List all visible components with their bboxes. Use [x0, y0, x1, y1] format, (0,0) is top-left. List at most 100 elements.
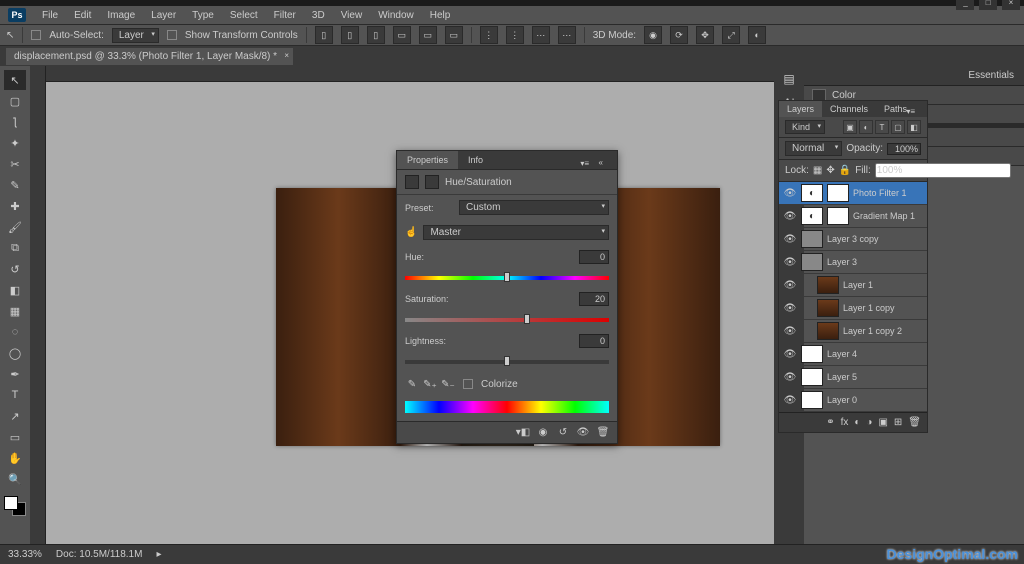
panel-collapse-icon[interactable]: «	[589, 154, 613, 171]
menu-3d[interactable]: 3D	[306, 8, 331, 23]
menu-help[interactable]: Help	[424, 8, 457, 23]
close-button[interactable]: ×	[1002, 0, 1020, 10]
filter-adj-icon[interactable]: ◐	[859, 120, 873, 134]
saturation-input[interactable]	[579, 292, 609, 306]
wand-tool[interactable]: ✦	[4, 133, 26, 153]
reset-icon[interactable]: ↺	[555, 425, 571, 441]
lock-all-icon[interactable]: 🔒	[839, 165, 851, 176]
tab-layers[interactable]: Layers	[779, 101, 822, 117]
visibility-icon[interactable]: 👁	[783, 211, 797, 222]
visibility-icon[interactable]: 👁	[783, 234, 797, 245]
distribute-4-icon[interactable]: ⋯	[558, 26, 576, 44]
layer-row[interactable]: 👁Layer 3	[779, 251, 927, 274]
hue-slider[interactable]	[405, 274, 609, 282]
gradient-tool[interactable]: ▦	[4, 301, 26, 321]
brush-tool[interactable]: 🖌	[4, 217, 26, 237]
blur-tool[interactable]: ◌	[4, 322, 26, 342]
visibility-icon[interactable]: 👁	[783, 280, 797, 291]
layer-row[interactable]: 👁Layer 1	[779, 274, 927, 297]
layer-row[interactable]: 👁Layer 3 copy	[779, 228, 927, 251]
align-right-icon[interactable]: ▯	[367, 26, 385, 44]
layer-row[interactable]: 👁Layer 5	[779, 366, 927, 389]
visibility-icon[interactable]: 👁	[783, 372, 797, 383]
zoom-tool[interactable]: 🔍	[4, 469, 26, 489]
new-group-icon[interactable]: ▣	[878, 417, 887, 428]
status-arrow-icon[interactable]: ▸	[156, 549, 161, 560]
opacity-input[interactable]	[887, 143, 921, 155]
align-top-icon[interactable]: ▭	[393, 26, 411, 44]
menu-select[interactable]: Select	[224, 8, 264, 23]
lock-pixels-icon[interactable]: ▦	[813, 165, 822, 176]
eyedropper-set-icon[interactable]: ✎	[405, 377, 419, 391]
dodge-tool[interactable]: ◯	[4, 343, 26, 363]
zoom-level[interactable]: 33.33%	[8, 549, 42, 560]
filter-shape-icon[interactable]: ▢	[891, 120, 905, 134]
3d-1-icon[interactable]: ◉	[644, 26, 662, 44]
tab-info[interactable]: Info	[458, 151, 493, 169]
menu-layer[interactable]: Layer	[145, 8, 182, 23]
delete-layer-icon[interactable]: 🗑	[908, 417, 921, 428]
distribute-2-icon[interactable]: ⋮	[506, 26, 524, 44]
distribute-1-icon[interactable]: ⋮	[480, 26, 498, 44]
fill-input[interactable]	[875, 163, 1011, 178]
colorize-checkbox[interactable]	[463, 379, 473, 389]
link-layers-icon[interactable]: ⚭	[826, 417, 834, 428]
auto-select-target[interactable]: Layer	[112, 28, 159, 43]
history-brush-tool[interactable]: ↺	[4, 259, 26, 279]
3d-4-icon[interactable]: ⤢	[722, 26, 740, 44]
finger-icon[interactable]: ☝	[405, 227, 417, 238]
menu-type[interactable]: Type	[186, 8, 220, 23]
visibility-icon[interactable]: 👁	[783, 326, 797, 337]
preset-dropdown[interactable]: Custom	[459, 200, 609, 215]
layer-row[interactable]: 👁◐Photo Filter 1	[779, 182, 927, 205]
filter-pixel-icon[interactable]: ▣	[843, 120, 857, 134]
stamp-tool[interactable]: ⧉	[4, 238, 26, 258]
document-tab[interactable]: displacement.psd @ 33.3% (Photo Filter 1…	[6, 48, 293, 65]
filter-type-icon[interactable]: T	[875, 120, 889, 134]
align-middle-icon[interactable]: ▭	[419, 26, 437, 44]
visibility-icon[interactable]: 👁	[783, 395, 797, 406]
visibility-icon[interactable]: 👁	[783, 257, 797, 268]
visibility-icon[interactable]: 👁	[783, 303, 797, 314]
history-icon[interactable]: ▤	[783, 72, 794, 86]
eyedropper-tool[interactable]: ✎	[4, 175, 26, 195]
3d-5-icon[interactable]: ◐	[748, 26, 766, 44]
marquee-tool[interactable]: ▢	[4, 91, 26, 111]
align-center-icon[interactable]: ▯	[341, 26, 359, 44]
close-tab-icon[interactable]: ×	[284, 51, 289, 60]
align-bottom-icon[interactable]: ▭	[445, 26, 463, 44]
maximize-button[interactable]: □	[979, 0, 997, 10]
layer-mask-icon[interactable]: ◐	[854, 417, 860, 428]
menu-filter[interactable]: Filter	[268, 8, 302, 23]
view-previous-icon[interactable]: ◉	[535, 425, 551, 441]
lightness-slider[interactable]	[405, 358, 609, 366]
new-layer-icon[interactable]: ⊞	[894, 417, 902, 428]
3d-2-icon[interactable]: ⟳	[670, 26, 688, 44]
type-tool[interactable]: T	[4, 385, 26, 405]
eyedropper-sub-icon[interactable]: ✎₋	[441, 377, 455, 391]
lasso-tool[interactable]: ƪ	[4, 112, 26, 132]
clip-to-layer-icon[interactable]: ▾◧	[515, 425, 531, 441]
layer-fx-icon[interactable]: fx	[841, 417, 849, 428]
crop-tool[interactable]: ✂	[4, 154, 26, 174]
layers-menu-icon[interactable]: ▾≡	[898, 104, 923, 119]
menu-view[interactable]: View	[335, 8, 369, 23]
3d-3-icon[interactable]: ✥	[696, 26, 714, 44]
heal-tool[interactable]: ✚	[4, 196, 26, 216]
menu-image[interactable]: Image	[101, 8, 141, 23]
tab-channels[interactable]: Channels	[822, 101, 876, 117]
layer-row[interactable]: 👁◐Gradient Map 1	[779, 205, 927, 228]
color-swatches[interactable]	[4, 496, 26, 516]
toggle-visibility-icon[interactable]: 👁	[575, 425, 591, 441]
blend-mode-dropdown[interactable]: Normal	[785, 141, 842, 156]
saturation-slider[interactable]	[405, 316, 609, 324]
align-left-icon[interactable]: ▯	[315, 26, 333, 44]
lightness-input[interactable]	[579, 334, 609, 348]
layer-row[interactable]: 👁Layer 1 copy 2	[779, 320, 927, 343]
visibility-icon[interactable]: 👁	[783, 349, 797, 360]
menu-edit[interactable]: Edit	[68, 8, 97, 23]
workspace-switcher[interactable]: Essentials	[804, 66, 1024, 86]
path-tool[interactable]: ↗	[4, 406, 26, 426]
menu-window[interactable]: Window	[372, 8, 420, 23]
move-tool[interactable]: ↖	[4, 70, 26, 90]
